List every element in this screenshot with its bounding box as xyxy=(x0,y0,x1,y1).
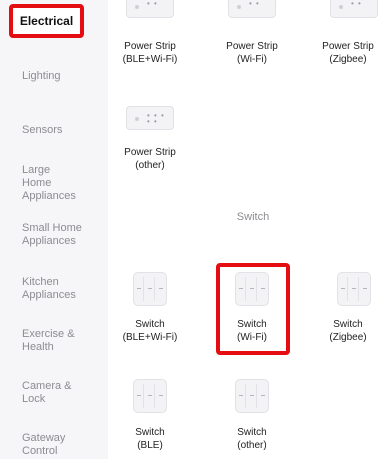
device-card-power-strip-wifi[interactable]: Power Strip (Wi-Fi) xyxy=(210,40,294,66)
wall-switch-icon xyxy=(133,379,167,413)
device-protocol: (BLE+Wi-Fi) xyxy=(122,54,178,65)
device-protocol: (BLE+Wi-Fi) xyxy=(122,332,178,343)
power-strip-icon: • • xyxy=(330,0,378,18)
device-name: Switch xyxy=(135,319,165,330)
device-card-power-strip-ble-wifi[interactable]: Power Strip (BLE+Wi-Fi) xyxy=(108,40,192,66)
device-name: Power Strip xyxy=(124,147,176,158)
sidebar-item-small-home-appliances[interactable]: Small Home Appliances xyxy=(22,222,92,248)
device-card-switch-zigbee[interactable]: Switch (Zigbee) xyxy=(313,318,379,344)
device-card-power-strip-zigbee[interactable]: Power Strip (Zigbee) xyxy=(313,40,379,66)
selection-highlight xyxy=(216,263,290,355)
device-name: Power Strip xyxy=(124,41,176,52)
power-strip-icon: • • • • • xyxy=(126,106,174,130)
device-card-switch-ble[interactable]: Switch (BLE) xyxy=(108,426,192,452)
sidebar-item-gateway-control[interactable]: Gateway Control xyxy=(22,432,72,458)
sidebar-item-large-home-appliances[interactable]: Large Home Appliances xyxy=(22,164,82,203)
power-strip-icon: • • xyxy=(126,0,174,18)
sidebar-item-electrical[interactable]: Electrical xyxy=(9,4,84,38)
power-strip-icon: • • xyxy=(228,0,276,18)
device-name: Power Strip xyxy=(322,41,374,52)
device-protocol: (Wi-Fi) xyxy=(237,54,267,65)
device-card-switch-other[interactable]: Switch (other) xyxy=(210,426,294,452)
section-title-switch: Switch xyxy=(236,211,270,223)
device-name: Switch xyxy=(333,319,363,330)
category-sidebar: Electrical Lighting Sensors Large Home A… xyxy=(0,0,108,459)
sidebar-item-kitchen-appliances[interactable]: Kitchen Appliances xyxy=(22,276,82,302)
device-name: Switch xyxy=(135,427,165,438)
device-card-power-strip-other[interactable]: Power Strip (other) xyxy=(108,146,192,172)
sidebar-item-camera-lock[interactable]: Camera & Lock xyxy=(22,380,72,406)
device-name: Switch xyxy=(237,427,267,438)
device-protocol: (Zigbee) xyxy=(329,332,367,343)
device-protocol: (other) xyxy=(237,440,267,451)
device-protocol: (Zigbee) xyxy=(329,54,367,65)
device-name: Power Strip xyxy=(226,41,278,52)
device-protocol: (BLE) xyxy=(137,440,163,451)
wall-switch-icon xyxy=(235,379,269,413)
wall-switch-icon xyxy=(133,272,167,306)
sidebar-item-lighting[interactable]: Lighting xyxy=(22,70,106,83)
device-card-switch-ble-wifi[interactable]: Switch (BLE+Wi-Fi) xyxy=(108,318,192,344)
device-protocol: (other) xyxy=(135,160,165,171)
sidebar-item-sensors[interactable]: Sensors xyxy=(22,124,106,137)
sidebar-item-exercise-health[interactable]: Exercise & Health xyxy=(22,328,82,354)
wall-switch-icon xyxy=(337,272,371,306)
